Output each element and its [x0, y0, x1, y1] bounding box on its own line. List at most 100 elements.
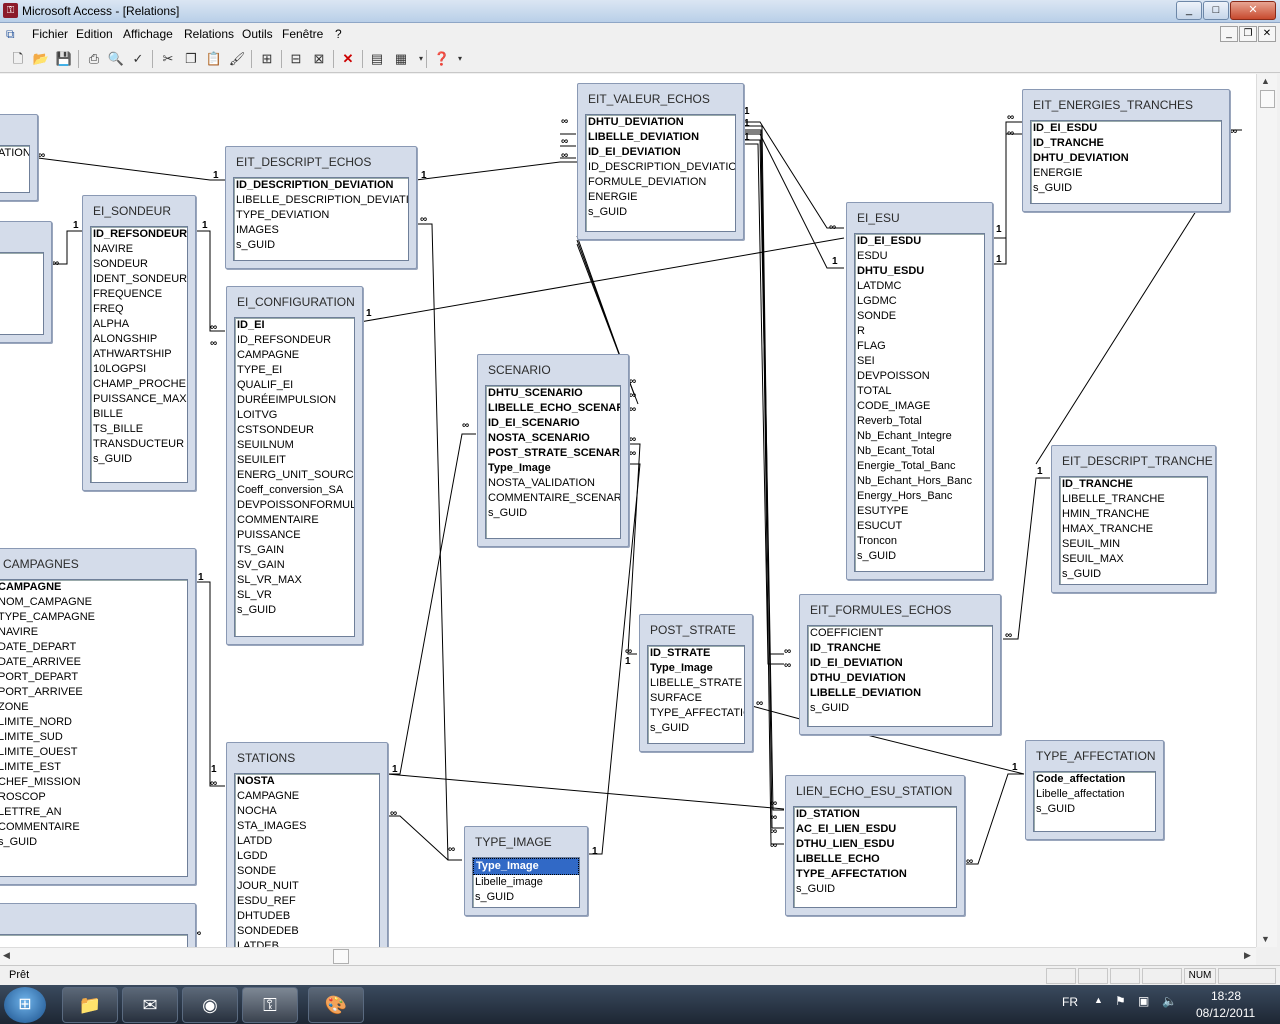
- field-list[interactable]: ATION: [0, 145, 30, 193]
- field-item[interactable]: DTHU_LIEN_ESDU: [794, 837, 956, 852]
- field-item[interactable]: CAMPAGNE: [235, 789, 379, 804]
- field-item[interactable]: Type_Image: [473, 858, 579, 875]
- maximize-button[interactable]: □: [1203, 1, 1229, 20]
- field-item[interactable]: FREQ: [91, 302, 187, 317]
- field-item[interactable]: IDENT_SONDEUR: [91, 272, 187, 287]
- field-item[interactable]: SEUILNUM: [235, 438, 354, 453]
- field-item[interactable]: CODE_IMAGE: [855, 399, 984, 414]
- field-item[interactable]: s_GUID: [1060, 567, 1207, 582]
- network-icon[interactable]: ▣: [1138, 994, 1149, 1008]
- horizontal-scroll-thumb[interactable]: [333, 949, 349, 964]
- field-item[interactable]: s_GUID: [1034, 802, 1155, 817]
- field-item[interactable]: Libelle_image: [473, 875, 579, 890]
- field-item[interactable]: SURFACE: [648, 691, 744, 706]
- table-window-partial-mid[interactable]: [0, 221, 52, 343]
- action-center-icon[interactable]: ⚑: [1115, 994, 1126, 1008]
- field-item[interactable]: NAVIRE: [0, 625, 187, 640]
- field-item[interactable]: SEUILEIT: [235, 453, 354, 468]
- delete-icon[interactable]: ✕: [338, 49, 358, 69]
- folder-icon[interactable]: 📁: [62, 987, 118, 1023]
- field-item[interactable]: CAMPAGNE: [0, 580, 187, 595]
- field-item[interactable]: TYPE_CAMPAGNE: [0, 610, 187, 625]
- table-window-eit-formules-echos[interactable]: EIT_FORMULES_ECHOS COEFFICIENT ID_TRANCHE I…: [799, 594, 1001, 735]
- field-item[interactable]: PORT_DEPART: [0, 670, 187, 685]
- field-item[interactable]: ALONGSHIP: [91, 332, 187, 347]
- field-item[interactable]: LIBELLE_DEVIATION: [586, 130, 735, 145]
- field-list[interactable]: ID_EI_ESDU ESDU DHTU_ESDU LATDMC LGDMC SONDE R…: [854, 233, 985, 572]
- field-item[interactable]: LIMITE_NORD: [0, 715, 187, 730]
- field-item[interactable]: ZONE: [0, 700, 187, 715]
- field-item[interactable]: LIMITE_EST: [0, 760, 187, 775]
- field-item[interactable]: s_GUID: [91, 452, 187, 467]
- scroll-down-icon[interactable]: ▼: [1261, 934, 1270, 944]
- start-button[interactable]: ⊞: [4, 987, 46, 1023]
- table-title[interactable]: TYPE_IMAGE: [475, 835, 552, 849]
- table-title[interactable]: EI_SONDEUR: [93, 204, 171, 218]
- field-item[interactable]: ALPHA: [91, 317, 187, 332]
- table-window-eit-descript-echos[interactable]: EIT_DESCRIPT_ECHOS ID_DESCRIPTION_DEVIATI…: [225, 146, 417, 269]
- field-item[interactable]: LETTRE_AN: [0, 805, 187, 820]
- field-item[interactable]: ATION: [0, 146, 29, 161]
- field-item[interactable]: Type_Image: [648, 661, 744, 676]
- table-window-eit-descript-tranche[interactable]: EIT_DESCRIPT_TRANCHE ID_TRANCHE LIBELLE_TR…: [1051, 445, 1216, 593]
- field-item[interactable]: SV_GAIN: [235, 558, 354, 573]
- field-item[interactable]: s_GUID: [235, 603, 354, 618]
- field-item[interactable]: DHTU_DEVIATION: [1031, 151, 1221, 166]
- table-title[interactable]: EIT_DESCRIPT_ECHOS: [236, 155, 371, 169]
- table-window-post-strate[interactable]: POST_STRATE ID_STRATE Type_Image LIBELLE_ST…: [639, 614, 753, 752]
- field-item[interactable]: LGDMC: [855, 294, 984, 309]
- field-item[interactable]: PORT_ARRIVEE: [0, 685, 187, 700]
- save-icon[interactable]: 💾: [54, 49, 74, 69]
- field-item[interactable]: PUISSANCE: [235, 528, 354, 543]
- table-title[interactable]: SCENARIO: [488, 363, 551, 377]
- table-title[interactable]: EIT_ENERGIES_TRANCHES: [1033, 98, 1193, 112]
- field-item[interactable]: R: [855, 324, 984, 339]
- table-title[interactable]: LIEN_ECHO_ESU_STATION: [796, 784, 952, 798]
- table-title[interactable]: POST_STRATE: [650, 623, 736, 637]
- field-item[interactable]: LOITVG: [235, 408, 354, 423]
- close-button[interactable]: ✕: [1230, 1, 1276, 20]
- field-item[interactable]: Nb_Ecant_Total: [855, 444, 984, 459]
- field-item[interactable]: FREQUENCE: [91, 287, 187, 302]
- field-item[interactable]: Coeff_conversion_SA: [235, 483, 354, 498]
- menu-outils[interactable]: Outils: [242, 27, 273, 41]
- field-item[interactable]: COEFFICIENT: [808, 626, 992, 641]
- field-item[interactable]: CHEF_MISSION: [0, 775, 187, 790]
- field-item[interactable]: FORMULE_DEVIATION: [586, 175, 735, 190]
- field-item[interactable]: LGDD: [235, 849, 379, 864]
- field-item[interactable]: FLAG: [855, 339, 984, 354]
- field-item[interactable]: NOSTA_SCENARIO: [486, 431, 620, 446]
- field-item[interactable]: SONDEDEB: [235, 924, 379, 939]
- field-list[interactable]: ID_STRATE Type_Image LIBELLE_STRATE SURFACE…: [647, 645, 745, 744]
- properties-icon[interactable]: ▤: [367, 49, 387, 69]
- field-item[interactable]: LIBELLE_DEVIATION: [808, 686, 992, 701]
- field-item[interactable]: TYPE_EI: [235, 363, 354, 378]
- field-item[interactable]: STA_IMAGES: [235, 819, 379, 834]
- field-item[interactable]: SL_VR_MAX: [235, 573, 354, 588]
- field-item[interactable]: ESUCUT: [855, 519, 984, 534]
- field-list[interactable]: DHTU_SCENARIOLIBELLE_ECHO_SCENARIOID_EI_…: [485, 385, 621, 539]
- field-item[interactable]: s_GUID: [648, 721, 744, 736]
- field-item[interactable]: Libelle_affectation: [1034, 787, 1155, 802]
- field-item[interactable]: ID_EI_DEVIATION: [808, 656, 992, 671]
- field-item[interactable]: ID_REFSONDEUR: [91, 227, 187, 242]
- field-item[interactable]: SONDE: [235, 864, 379, 879]
- menu-edition[interactable]: Edition: [76, 27, 113, 41]
- field-item[interactable]: HMIN_TRANCHE: [1060, 507, 1207, 522]
- field-item[interactable]: s_GUID: [586, 205, 735, 220]
- field-item[interactable]: TRANSDUCTEUR: [91, 437, 187, 452]
- field-item[interactable]: CSTSONDEUR: [235, 423, 354, 438]
- field-item[interactable]: SONDEUR: [91, 257, 187, 272]
- field-item[interactable]: DEVPOISSONFORMULE: [235, 498, 354, 513]
- open-icon[interactable]: 📂: [31, 49, 51, 69]
- field-list[interactable]: ID_EI_ESDU ID_TRANCHE DHTU_DEVIATION ENERGI…: [1030, 120, 1222, 204]
- field-item[interactable]: ROSCOP: [0, 790, 187, 805]
- field-item[interactable]: Nb_Echant_Integre: [855, 429, 984, 444]
- field-item[interactable]: ID_EI_ESDU: [855, 234, 984, 249]
- table-title[interactable]: EIT_FORMULES_ECHOS: [810, 603, 951, 617]
- field-item[interactable]: DHTU_SCENARIO: [486, 386, 620, 401]
- relations-window-icon[interactable]: ⧉: [6, 27, 24, 41]
- field-item[interactable]: DURÉEIMPULSION: [235, 393, 354, 408]
- field-item[interactable]: NOSTA_VALIDATION: [486, 476, 620, 491]
- field-item[interactable]: DATE_ARRIVEE: [0, 655, 187, 670]
